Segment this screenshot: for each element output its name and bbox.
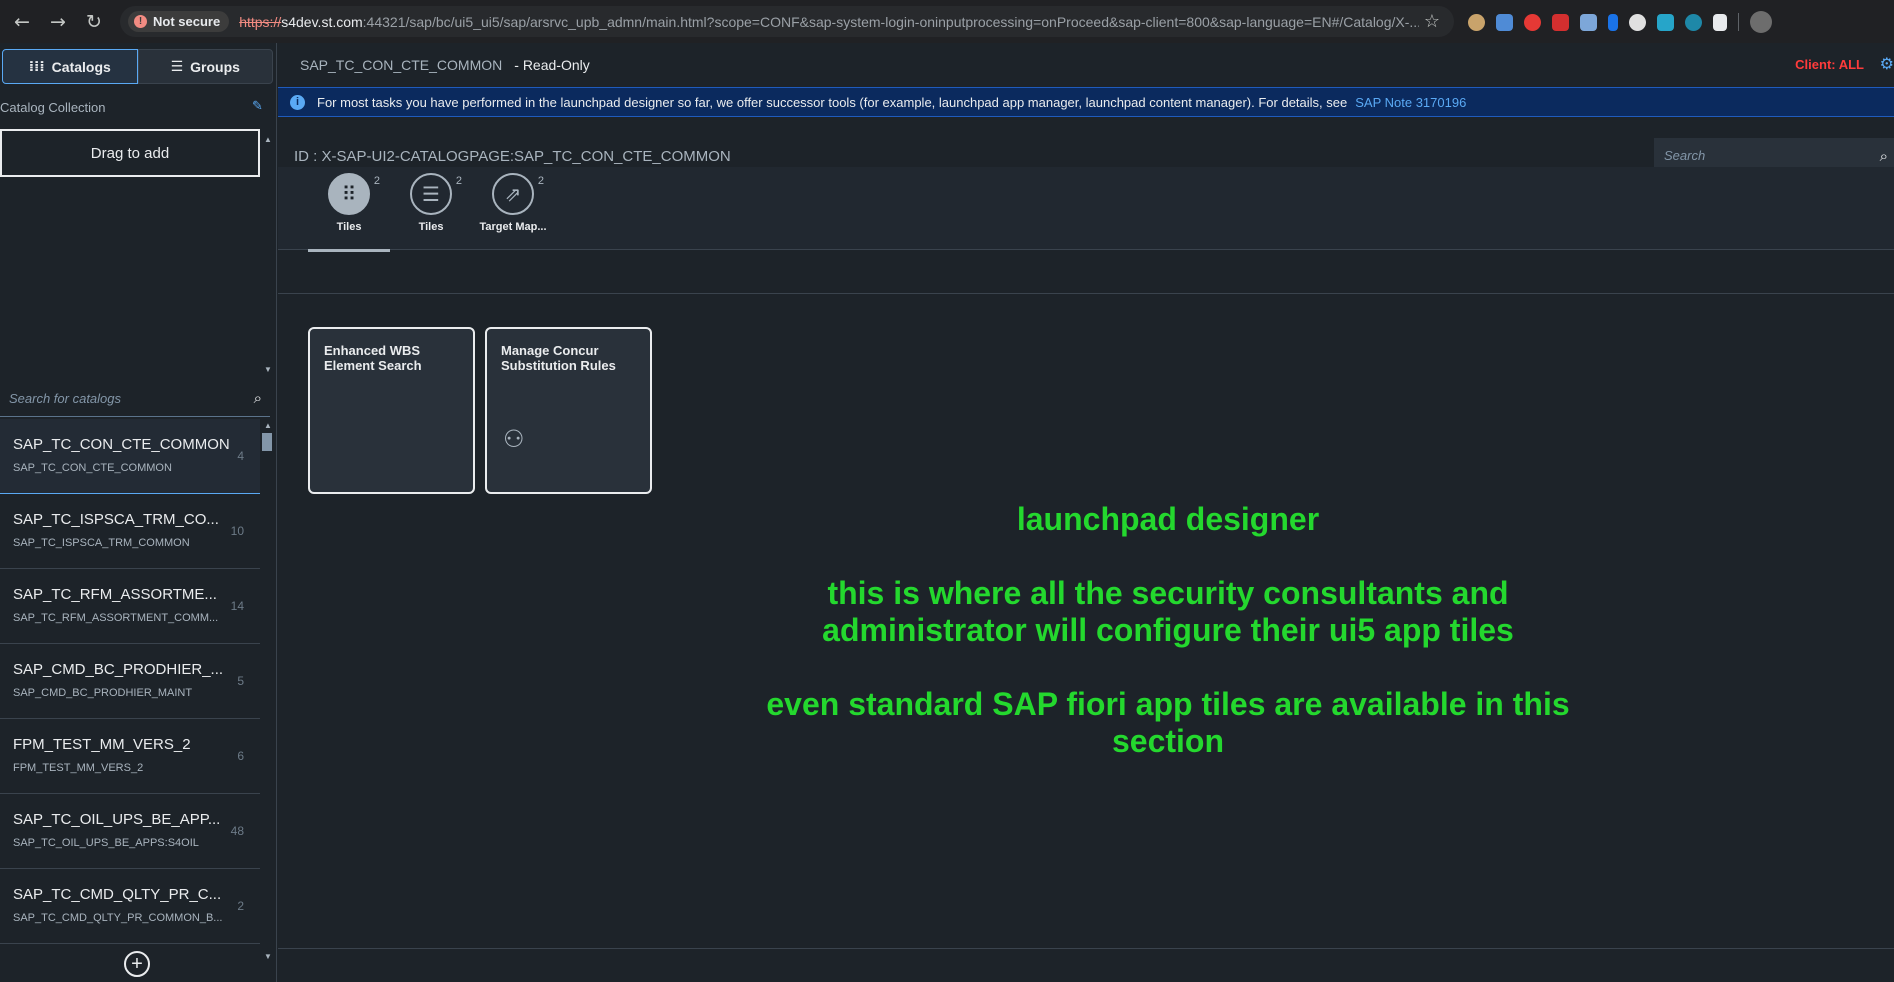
groups-segment-button[interactable]: ☰ Groups — [137, 49, 273, 84]
reload-icon[interactable]: ↻ — [76, 4, 112, 40]
extension-icon[interactable] — [1496, 13, 1513, 31]
app-tile[interactable]: Manage Concur Substitution Rules ⚇ — [485, 327, 652, 494]
scroll-up-arrow[interactable]: ▲ — [264, 421, 272, 430]
share-icon: ⇗ — [492, 173, 534, 215]
pin-icon[interactable]: ✎ — [252, 99, 263, 114]
tab-target-mappings[interactable]: ⇗ 2 Target Map... — [472, 173, 554, 247]
extension-icon[interactable] — [1629, 13, 1646, 31]
forward-icon[interactable]: → — [40, 4, 76, 40]
bookmark-star-icon[interactable]: ☆ — [1424, 11, 1440, 32]
divider — [278, 293, 1894, 294]
search-icon[interactable]: ⌕ — [1880, 147, 1888, 165]
read-only-label: - Read-Only — [514, 57, 590, 73]
list-item[interactable]: SAP_TC_RFM_ASSORTME... SAP_TC_RFM_ASSORT… — [0, 569, 260, 644]
info-message-strip: i For most tasks you have performed in t… — [278, 87, 1894, 117]
list-item[interactable]: SAP_CMD_BC_PRODHIER_... SAP_CMD_BC_PRODH… — [0, 644, 260, 719]
catalog-group-switch: ⁞⁞⁞ Catalogs ☰ Groups — [2, 49, 273, 84]
client-indicator: Client: ALL — [1795, 57, 1864, 72]
warning-icon: ! — [134, 15, 147, 28]
detail-header-bar: SAP_TC_CON_CTE_COMMON - Read-Only Client… — [278, 43, 1894, 87]
tab-tiles[interactable]: ⠿ 2 Tiles — [308, 173, 390, 252]
extension-icon[interactable] — [1580, 13, 1597, 31]
list-item[interactable]: SAP_TC_ISPSCA_TRM_CO... SAP_TC_ISPSCA_TR… — [0, 494, 260, 569]
extension-icon[interactable] — [1524, 13, 1541, 31]
catalog-list: SAP_TC_CON_CTE_COMMON SAP_TC_CON_CTE_COM… — [0, 419, 260, 964]
catalog-pane: ⁞⁞⁞ Catalogs ☰ Groups Catalog Collection… — [0, 43, 277, 982]
annotation-line: even standard SAP fiori app tiles are av… — [766, 686, 1570, 759]
tab-tiles-list[interactable]: ☰ 2 Tiles — [390, 173, 472, 247]
not-secure-label: Not secure — [153, 14, 221, 29]
object-header: ID : X-SAP-UI2-CATALOGPAGE:SAP_TC_CON_CT… — [278, 118, 1894, 252]
user-settings-icon: ⚇ — [503, 425, 525, 453]
extension-icon[interactable] — [1468, 13, 1485, 31]
tile-container: Enhanced WBS Element Search Manage Concu… — [278, 251, 1894, 982]
extension-icon[interactable] — [1657, 13, 1674, 31]
list-item[interactable]: FPM_TEST_MM_VERS_2 FPM_TEST_MM_VERS_2 6 — [0, 719, 260, 794]
grid-icon: ⠿ — [328, 173, 370, 215]
menu-icon: ☰ — [170, 58, 184, 75]
scrollbar-thumb[interactable] — [262, 433, 272, 451]
drag-to-add-zone[interactable]: Drag to add — [0, 129, 260, 177]
list-icon: ☰ — [410, 173, 452, 215]
object-id: ID : X-SAP-UI2-CATALOGPAGE:SAP_TC_CON_CT… — [294, 148, 731, 165]
overlay-annotation: launchpad designer this is where all the… — [758, 501, 1578, 797]
url-text[interactable]: https://s4dev.st.com:44321/sap/bc/ui5_ui… — [239, 14, 1419, 30]
annotation-line: launchpad designer — [1016, 501, 1320, 537]
info-icon: i — [290, 94, 305, 110]
list-item[interactable]: SAP_TC_OIL_UPS_BE_APP... SAP_TC_OIL_UPS_… — [0, 794, 260, 869]
app-tile[interactable]: Enhanced WBS Element Search — [308, 327, 475, 494]
extension-icon[interactable] — [1685, 13, 1702, 31]
back-icon[interactable]: ← — [4, 4, 40, 40]
not-secure-badge[interactable]: ! Not secure — [128, 11, 230, 32]
scroll-down-arrow[interactable]: ▼ — [264, 952, 272, 961]
toolbar-separator — [1738, 13, 1739, 31]
list-item[interactable]: SAP_TC_CON_CTE_COMMON SAP_TC_CON_CTE_COM… — [0, 419, 260, 494]
download-icon[interactable] — [1608, 13, 1618, 31]
browser-toolbar: ← → ↻ ! Not secure https://s4dev.st.com:… — [0, 0, 1894, 43]
list-item[interactable]: SAP_TC_CMD_QLTY_PR_C... SAP_TC_CMD_QLTY_… — [0, 869, 260, 944]
catalog-list-scrollbar[interactable]: ▲ ▼ — [262, 421, 274, 961]
footer-bar — [278, 948, 1894, 982]
catalog-detail-pane: SAP_TC_CON_CTE_COMMON - Read-Only Client… — [278, 43, 1894, 982]
add-catalog-button[interactable]: + — [124, 951, 150, 977]
scroll-down-arrow[interactable]: ▼ — [264, 365, 272, 374]
catalogs-segment-button[interactable]: ⁞⁞⁞ Catalogs — [2, 49, 138, 84]
grid-icon: ⁞⁞⁞ — [28, 58, 45, 75]
profile-avatar[interactable] — [1750, 11, 1772, 33]
address-bar[interactable]: ! Not secure https://s4dev.st.com:44321/… — [120, 6, 1454, 37]
catalog-search-input[interactable]: Search for catalogs ⌕ — [0, 381, 270, 417]
scroll-up-arrow[interactable]: ▲ — [264, 135, 272, 144]
adblock-icon[interactable] — [1552, 13, 1569, 31]
search-icon[interactable]: ⌕ — [254, 389, 262, 407]
extensions-area — [1468, 9, 1772, 35]
puzzle-icon[interactable] — [1713, 13, 1727, 31]
info-message-text: For most tasks you have performed in the… — [317, 94, 1348, 110]
sap-note-link[interactable]: SAP Note 3170196 — [1355, 95, 1466, 110]
annotation-line: this is where all the security consultan… — [822, 575, 1514, 648]
icon-tab-bar: ⠿ 2 Tiles ☰ 2 Tiles ⇗ 2 Target Map... — [278, 167, 1894, 252]
catalog-title: SAP_TC_CON_CTE_COMMON — [300, 57, 503, 73]
catalog-collection-label: Catalog Collection — [0, 100, 106, 115]
gear-icon[interactable]: ⚙ — [1880, 54, 1894, 73]
